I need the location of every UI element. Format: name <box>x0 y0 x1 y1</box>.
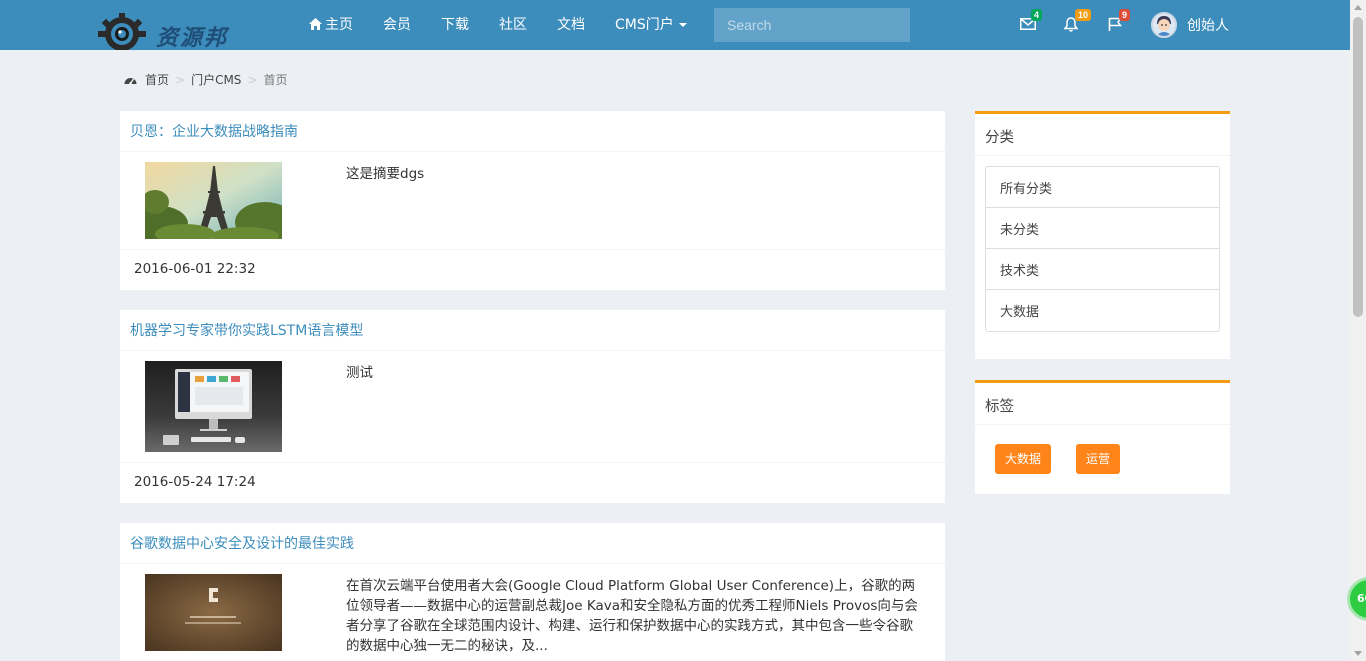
post-excerpt: 测试 <box>346 365 373 381</box>
main-nav: 主页 会员 下载 社区 文档 CMS门户 <box>294 0 702 50</box>
categories-title: 分类 <box>975 114 1230 156</box>
tag-bigdata[interactable]: 大数据 <box>995 444 1052 474</box>
desktop-computer-photo[interactable] <box>145 361 282 452</box>
nav-item-label: 会员 <box>383 17 411 33</box>
tag-operations[interactable]: 运营 <box>1076 444 1121 474</box>
user-name: 创始人 <box>1187 18 1229 34</box>
nav-item-cms-dropdown[interactable]: CMS门户 <box>600 0 702 50</box>
dashboard-icon <box>124 78 137 85</box>
nav-item-community[interactable]: 社区 <box>484 0 542 50</box>
nav-item-download[interactable]: 下载 <box>426 0 484 50</box>
nav-item-label: 社区 <box>499 17 527 33</box>
nav-item-docs[interactable]: 文档 <box>542 0 600 50</box>
breadcrumb-separator: > <box>247 72 258 87</box>
messages-badge: 4 <box>1031 9 1043 21</box>
category-item-tech[interactable]: 技术类 <box>986 249 1219 290</box>
tags-title: 标签 <box>975 383 1230 425</box>
post-excerpt: 在首次云端平台使用者大会(Google Cloud Platform Globa… <box>346 578 918 654</box>
search-input[interactable] <box>714 8 910 42</box>
post-excerpt: 这是摘要dgs <box>346 166 425 182</box>
category-item-all[interactable]: 所有分类 <box>986 167 1219 208</box>
post-card: 谷歌数据中心安全及设计的最佳实践 在首次云端平台使用者大会(Google Clo… <box>120 523 945 661</box>
categories-box: 分类 所有分类 未分类 技术类 大数据 <box>975 111 1230 359</box>
caret-down-icon <box>678 23 687 27</box>
user-avatar-icon <box>1153 14 1175 36</box>
scrollbar-thumb[interactable] <box>1353 17 1363 317</box>
post-date: 2016-05-24 17:24 <box>134 474 256 490</box>
post-title[interactable]: 贝恩：企业大数据战略指南 <box>120 111 945 152</box>
breadcrumb-section[interactable]: 门户CMS <box>191 71 241 88</box>
notifications-button[interactable]: 10 <box>1057 9 1092 40</box>
breadcrumb-current: 首页 <box>263 73 288 87</box>
avatar <box>1151 12 1177 38</box>
category-item-bigdata[interactable]: 大数据 <box>986 290 1219 331</box>
tasks-badge: 9 <box>1119 9 1131 21</box>
widget-label: 60 <box>1357 592 1366 605</box>
post-body: 测试 <box>120 351 945 463</box>
post-date: 2016-06-01 22:32 <box>134 261 256 277</box>
messages-button[interactable]: 4 <box>1013 9 1043 40</box>
user-menu[interactable]: 创始人 <box>1151 10 1229 40</box>
nav-item-label: CMS门户 <box>615 17 674 33</box>
notifications-badge: 10 <box>1075 9 1092 21</box>
nav-item-label: 主页 <box>325 17 353 33</box>
post-body: 在首次云端平台使用者大会(Google Cloud Platform Globa… <box>120 564 945 661</box>
post-card: 机器学习专家带你实践LSTM语言模型 测试 2016-05-24 17:24 <box>120 310 945 503</box>
logo[interactable]: 资源邦 <box>96 8 246 51</box>
post-body: 这是摘要dgs <box>120 152 945 250</box>
breadcrumb: 首页 > 门户CMS > 首页 <box>124 71 288 88</box>
post-title[interactable]: 谷歌数据中心安全及设计的最佳实践 <box>120 523 945 564</box>
logo-eye-icon <box>98 13 146 50</box>
nav-item-members[interactable]: 会员 <box>368 0 426 50</box>
category-list: 所有分类 未分类 技术类 大数据 <box>985 166 1220 332</box>
category-item-uncategorized[interactable]: 未分类 <box>986 208 1219 249</box>
logo-text: 资源邦 <box>156 25 229 51</box>
scroll-down-icon[interactable] <box>1354 651 1362 656</box>
brown-quote-card-photo[interactable] <box>145 574 282 651</box>
nav-item-label: 下载 <box>441 17 469 33</box>
scroll-up-icon[interactable] <box>1354 5 1362 10</box>
breadcrumb-separator: > <box>175 72 186 87</box>
top-navbar: 资源邦 主页 会员 下载 社区 文档 CMS门户 4 10 9 <box>0 0 1350 51</box>
home-icon <box>309 18 322 30</box>
breadcrumb-home[interactable]: 首页 <box>145 71 169 88</box>
page-scrollbar[interactable] <box>1350 0 1366 661</box>
eiffel-tower-photo[interactable] <box>145 162 282 239</box>
tags-box: 标签 大数据 运营 <box>975 380 1230 494</box>
nav-item-label: 文档 <box>557 17 585 33</box>
post-title[interactable]: 机器学习专家带你实践LSTM语言模型 <box>120 310 945 351</box>
post-card: 贝恩：企业大数据战略指南 这是摘要dgs 2016-06-01 22:32 <box>120 111 945 290</box>
nav-item-home[interactable]: 主页 <box>294 0 368 50</box>
tasks-button[interactable]: 9 <box>1101 9 1131 40</box>
